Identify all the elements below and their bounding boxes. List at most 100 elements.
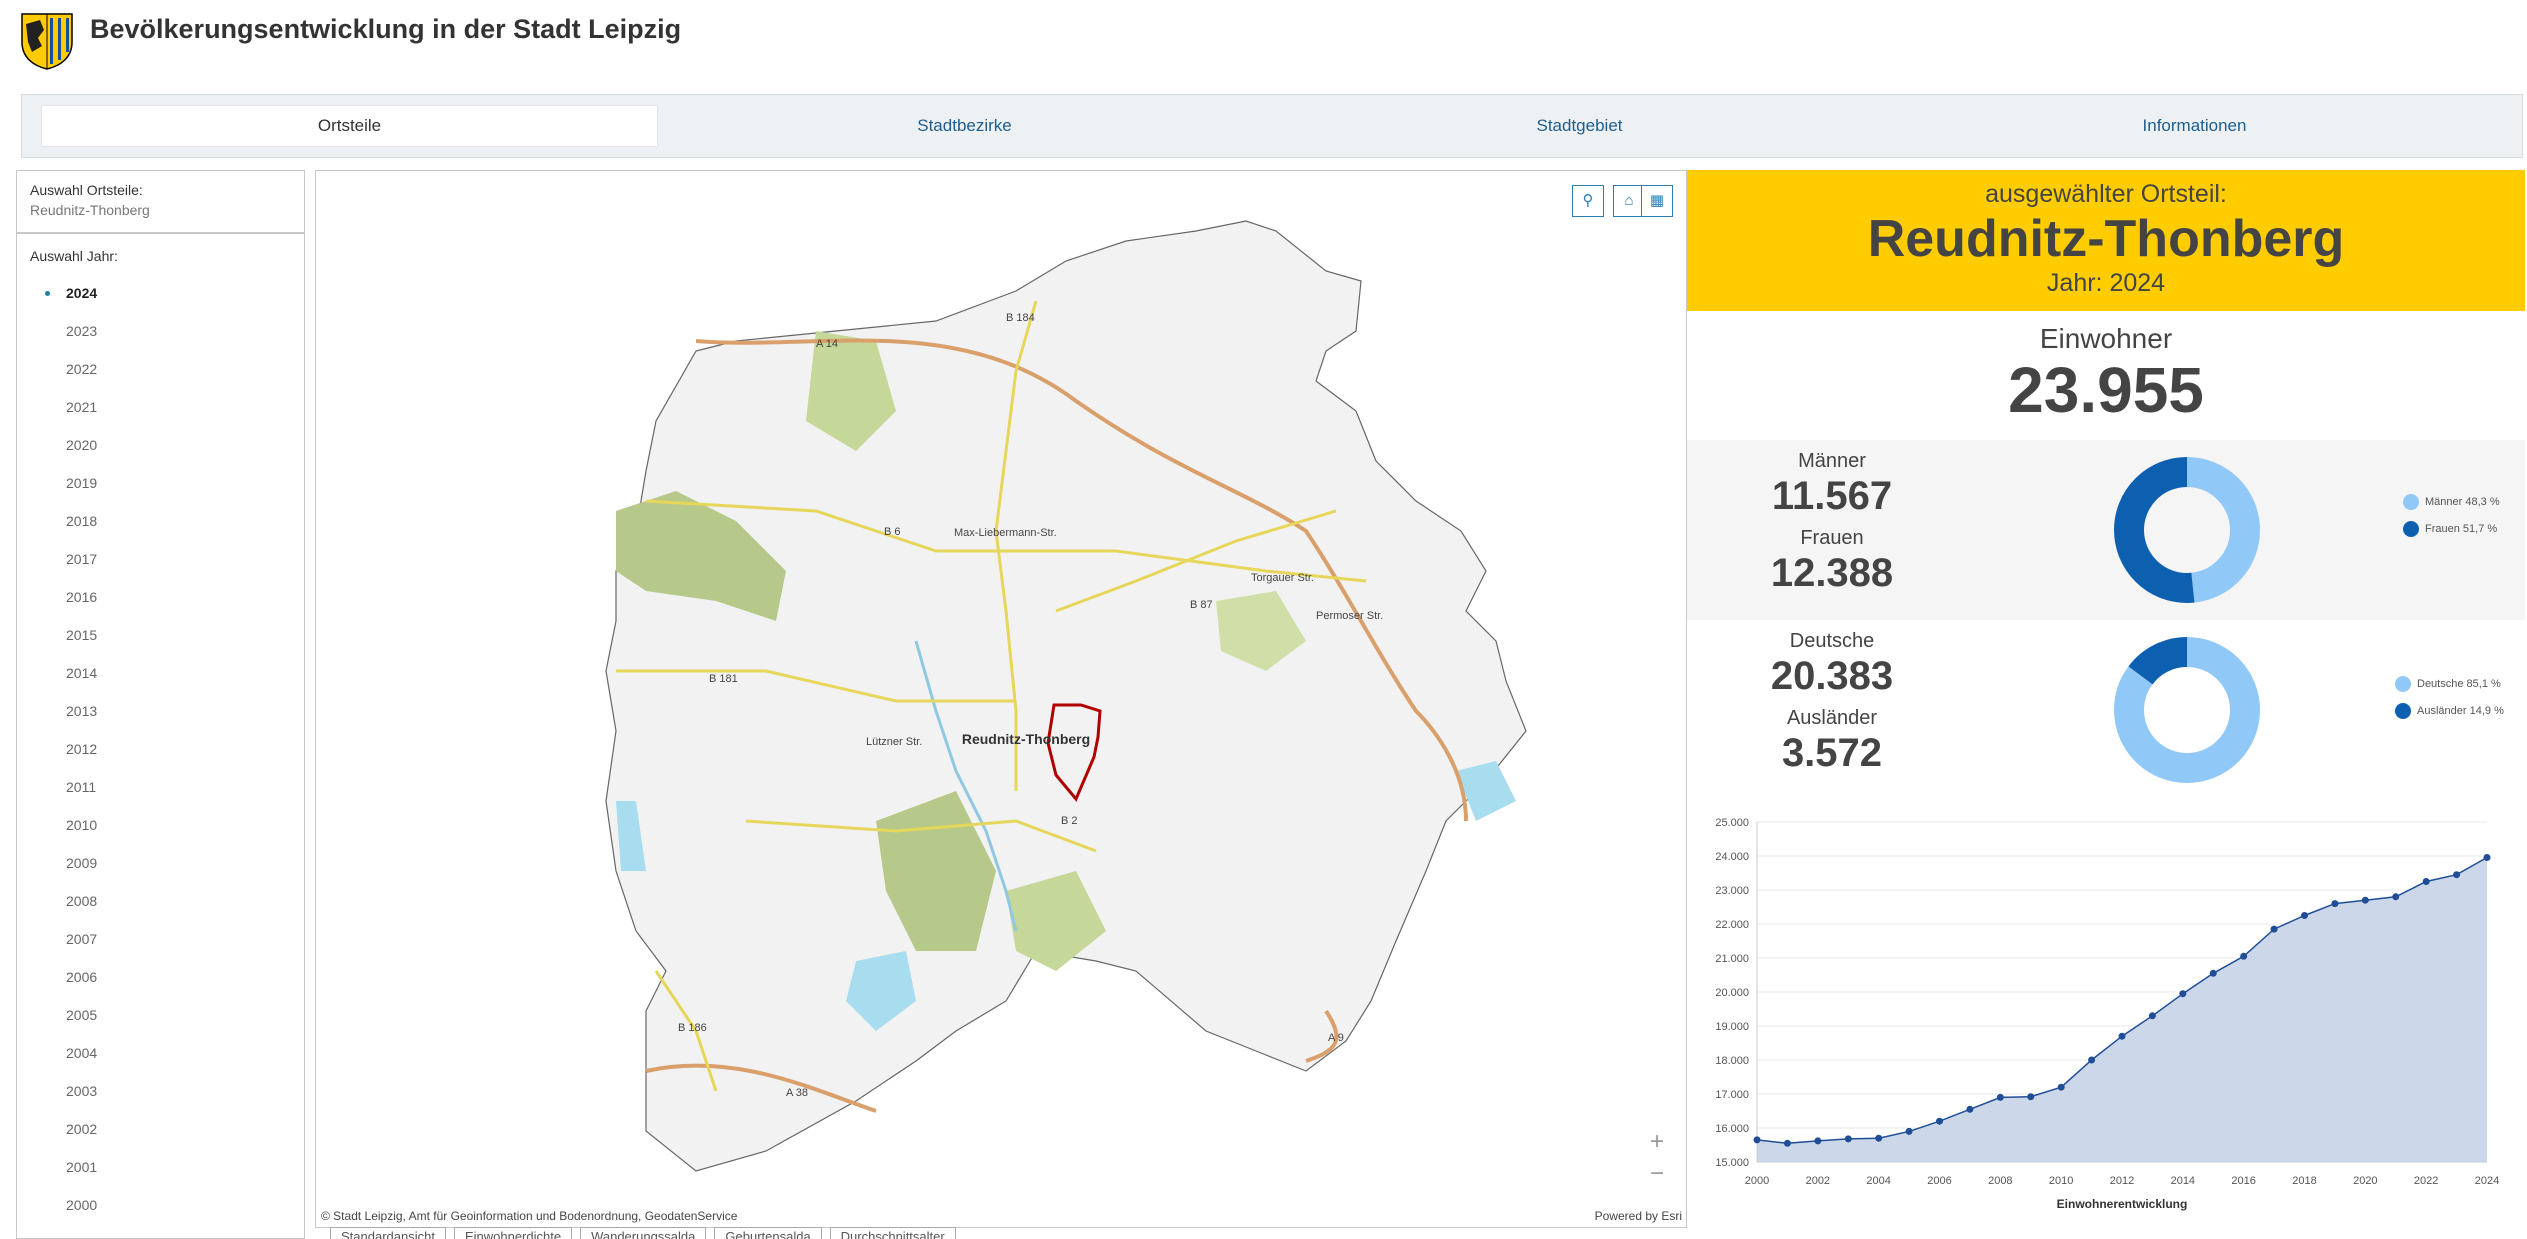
layer-tab-geburtensalda[interactable]: Geburtensalda — [714, 1227, 822, 1239]
data-point-2019[interactable] — [2331, 900, 2339, 908]
x-tick-label: 2024 — [2475, 1175, 2499, 1187]
data-point-2015[interactable] — [2209, 969, 2217, 977]
data-point-2002[interactable] — [1814, 1137, 1822, 1145]
year-item-2021[interactable]: 2021 — [17, 394, 304, 432]
year-item-2022[interactable]: 2022 — [17, 356, 304, 394]
data-point-2023[interactable] — [2453, 871, 2461, 879]
ortsteil-selector-value[interactable]: Reudnitz-Thonberg — [30, 202, 291, 218]
year-item-2004[interactable]: 2004 — [17, 1040, 304, 1078]
data-point-2018[interactable] — [2301, 912, 2308, 919]
zoom-out-button[interactable]: − — [1642, 1161, 1672, 1189]
year-selector-label: Auswahl Jahr: — [30, 248, 118, 264]
data-point-2014[interactable] — [2179, 990, 2187, 998]
year-item-2005[interactable]: 2005 — [17, 1002, 304, 1040]
leipzig-map[interactable]: Reudnitz-Thonberg A 14 B 184 B 2 B 6 Max… — [316, 171, 1687, 1228]
basemap-gallery-icon[interactable]: ▦ — [1641, 185, 1673, 217]
year-item-2007[interactable]: 2007 — [17, 926, 304, 964]
year-item-2002[interactable]: 2002 — [17, 1116, 304, 1154]
population-trend-svg[interactable]: 15.000 16.000 17.000 18.000 19.000 20.000 21.0… — [1687, 802, 2525, 1239]
year-item-2009[interactable]: 2009 — [17, 850, 304, 888]
legend-item-maenner[interactable]: Männer 48,3 % — [2403, 488, 2500, 515]
main-tab-bar: Ortsteile Stadtbezirke Stadtgebiet Infor… — [21, 94, 2523, 158]
powered-by-esri[interactable]: Powered by Esri — [1595, 1209, 1682, 1223]
layer-tab-standardansicht[interactable]: Standardansicht — [330, 1227, 446, 1239]
road-label-b2: B 2 — [1061, 815, 1078, 827]
data-point-2003[interactable] — [1844, 1135, 1852, 1143]
legend-label: Deutsche — [2417, 677, 2464, 690]
data-point-2005[interactable] — [1905, 1127, 1913, 1135]
legend-item-frauen[interactable]: Frauen 51,7 % — [2403, 515, 2500, 542]
data-point-2024[interactable] — [2483, 854, 2491, 862]
x-tick-label: 2022 — [2414, 1175, 2438, 1187]
y-tick-label: 17.000 — [1715, 1089, 1749, 1101]
data-point-2000[interactable] — [1753, 1136, 1761, 1144]
data-point-2022[interactable] — [2422, 878, 2430, 885]
search-icon[interactable]: ⚲ — [1572, 185, 1604, 217]
x-tick-label: 2020 — [2353, 1175, 2377, 1187]
year-item-2003[interactable]: 2003 — [17, 1078, 304, 1116]
layer-tab-wanderungssalda[interactable]: Wanderungssalda — [580, 1227, 707, 1239]
tab-stadtbezirke[interactable]: Stadtbezirke — [657, 106, 1272, 146]
gender-legend: Männer 48,3 % Frauen 51,7 % — [2403, 488, 2500, 542]
gender-block: Männer 11.567 Frauen 12.388 Männer 48,3 … — [1687, 440, 2525, 620]
year-item-2023[interactable]: 2023 — [17, 318, 304, 356]
x-tick-label: 2000 — [1745, 1175, 1769, 1187]
tab-informationen[interactable]: Informationen — [1887, 106, 2502, 146]
data-point-2012[interactable] — [2118, 1032, 2126, 1040]
legend-item-deutsche[interactable]: Deutsche 85,1 % — [2395, 670, 2504, 697]
legend-percent: 48,3 % — [2465, 495, 2500, 508]
year-item-2000[interactable]: 2000 — [17, 1192, 304, 1230]
x-tick-label: 2018 — [2292, 1175, 2316, 1187]
year-item-2014[interactable]: 2014 — [17, 660, 304, 698]
layer-tab-einwohnerdichte[interactable]: Einwohnerdichte — [453, 1227, 573, 1239]
year-item-2016[interactable]: 2016 — [17, 584, 304, 622]
data-point-2017[interactable] — [2270, 925, 2278, 933]
data-point-2006[interactable] — [1936, 1117, 1943, 1125]
tab-ortsteile[interactable]: Ortsteile — [42, 106, 657, 146]
inhabitants-value: 23.955 — [2008, 354, 2204, 426]
map-view[interactable]: Reudnitz-Thonberg A 14 B 184 B 2 B 6 Max… — [315, 170, 1687, 1228]
legend-percent: 51,7 % — [2462, 522, 2498, 535]
data-point-2007[interactable] — [1966, 1105, 1974, 1113]
road-label-b184: B 184 — [1006, 312, 1035, 324]
map-attribution: © Stadt Leipzig, Amt für Geoinformation … — [321, 1209, 738, 1223]
tab-stadtgebiet[interactable]: Stadtgebiet — [1272, 106, 1887, 146]
nationality-donut-chart[interactable] — [2107, 630, 2267, 790]
gender-donut-chart[interactable] — [2107, 450, 2267, 610]
year-item-2011[interactable]: 2011 — [17, 774, 304, 812]
data-point-2008[interactable] — [1996, 1093, 2004, 1101]
layer-tab-durchschnittsalter[interactable]: Durchschnittsalter — [829, 1227, 956, 1239]
year-item-2024[interactable]: 2024 — [17, 280, 304, 318]
legend-percent: 85,1 % — [2466, 677, 2501, 690]
data-point-2011[interactable] — [2088, 1056, 2096, 1064]
year-item-2001[interactable]: 2001 — [17, 1154, 304, 1192]
data-point-2001[interactable] — [1783, 1139, 1791, 1147]
legend-swatch — [2395, 702, 2411, 719]
data-point-2021[interactable] — [2392, 893, 2400, 901]
data-point-2004[interactable] — [1875, 1134, 1883, 1142]
year-item-2020[interactable]: 2020 — [17, 432, 304, 470]
zoom-in-button[interactable]: + — [1642, 1129, 1672, 1157]
year-item-2018[interactable]: 2018 — [17, 508, 304, 546]
year-item-2008[interactable]: 2008 — [17, 888, 304, 926]
data-point-2009[interactable] — [2027, 1093, 2035, 1101]
selected-year-text: Jahr: 2024 — [2046, 269, 2166, 297]
year-item-2015[interactable]: 2015 — [17, 622, 304, 660]
ortsteil-selector-label: Auswahl Ortsteile: — [30, 182, 143, 198]
year-item-2019[interactable]: 2019 — [17, 470, 304, 508]
year-item-2010[interactable]: 2010 — [17, 812, 304, 850]
data-point-2010[interactable] — [2057, 1083, 2065, 1091]
year-item-2013[interactable]: 2013 — [17, 698, 304, 736]
app-title: Bevölkerungsentwicklung in der Stadt Lei… — [90, 14, 682, 44]
x-tick-label: 2008 — [1988, 1175, 2012, 1187]
year-item-2006[interactable]: 2006 — [17, 964, 304, 1002]
foreigners-value: 3.572 — [1781, 731, 1883, 775]
legend-item-auslaender[interactable]: Ausländer 14,9 % — [2395, 697, 2504, 724]
year-item-2012[interactable]: 2012 — [17, 736, 304, 774]
ortsteil-selector[interactable]: Auswahl Ortsteile: Reudnitz-Thonberg — [17, 171, 304, 234]
data-point-2020[interactable] — [2361, 896, 2369, 904]
data-point-2013[interactable] — [2148, 1012, 2156, 1020]
year-item-2017[interactable]: 2017 — [17, 546, 304, 584]
app-root: Bevölkerungsentwicklung in der Stadt Lei… — [0, 0, 2527, 1239]
data-point-2016[interactable] — [2240, 952, 2248, 960]
